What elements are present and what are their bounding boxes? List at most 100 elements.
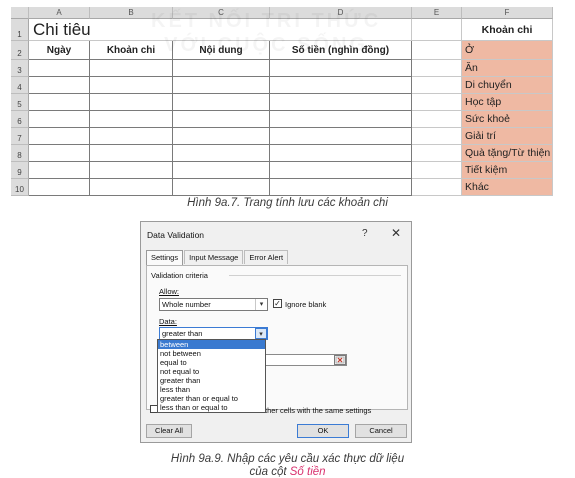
option-between[interactable]: between [158, 340, 265, 349]
option-equal-to[interactable]: equal to [158, 358, 265, 367]
category-cell[interactable]: Giải trí [462, 128, 553, 145]
cell[interactable] [412, 162, 462, 179]
cell[interactable] [173, 162, 270, 179]
option-less-than[interactable]: less than [158, 385, 265, 394]
option-greater-than[interactable]: greater than [158, 376, 265, 385]
cell[interactable] [270, 145, 412, 162]
cell[interactable] [270, 60, 412, 77]
cell[interactable] [412, 77, 462, 94]
category-cell[interactable]: Tiết kiệm [462, 162, 553, 179]
cell[interactable] [29, 111, 90, 128]
cell[interactable] [29, 94, 90, 111]
row-header-8[interactable]: 8 [11, 145, 29, 162]
cell[interactable] [90, 94, 173, 111]
header-cell-expense[interactable]: Khoản chi [90, 41, 173, 60]
cell[interactable] [173, 145, 270, 162]
option-greater-or-equal[interactable]: greater than or equal to [158, 394, 265, 403]
row-header-4[interactable]: 4 [11, 77, 29, 94]
cell[interactable] [270, 179, 412, 196]
category-cell[interactable]: Di chuyển [462, 77, 553, 94]
cell[interactable] [173, 94, 270, 111]
tab-settings[interactable]: Settings [146, 250, 184, 265]
range-selector-icon[interactable] [334, 355, 346, 365]
cell[interactable] [173, 77, 270, 94]
cell[interactable] [173, 111, 270, 128]
cell[interactable] [29, 77, 90, 94]
column-header-f[interactable]: F [462, 7, 553, 19]
caption-2-line-2: của cột Số tiền [0, 466, 575, 478]
tab-input-message[interactable]: Input Message [184, 250, 244, 264]
cell[interactable] [270, 94, 412, 111]
cell[interactable] [90, 162, 173, 179]
cell[interactable] [270, 162, 412, 179]
cell[interactable] [29, 128, 90, 145]
sheet-title-cell[interactable]: Chi tiêu [29, 19, 412, 41]
row-header-6[interactable]: 6 [11, 111, 29, 128]
category-cell[interactable]: Ở [462, 41, 553, 60]
column-header-c[interactable]: C [173, 7, 270, 19]
dialog-tabs: Settings Input Message Error Alert [146, 250, 289, 265]
cell[interactable] [270, 77, 412, 94]
cell[interactable] [412, 111, 462, 128]
category-cell[interactable]: Sức khoẻ [462, 111, 553, 128]
cell[interactable] [173, 179, 270, 196]
allow-select[interactable]: Whole number ▾ [159, 298, 268, 311]
cell[interactable] [412, 19, 462, 41]
cell[interactable] [90, 145, 173, 162]
option-not-equal-to[interactable]: not equal to [158, 367, 265, 376]
category-cell[interactable]: Quà tặng/Từ thiện [462, 145, 553, 162]
row-header-10[interactable]: 10 [11, 179, 29, 196]
close-icon[interactable]: ✕ [391, 226, 401, 240]
ignore-blank-checkbox[interactable]: ✓ [273, 299, 282, 308]
cell[interactable] [412, 145, 462, 162]
cell[interactable] [270, 128, 412, 145]
row-header-9[interactable]: 9 [11, 162, 29, 179]
category-cell[interactable]: Khác [462, 179, 553, 196]
category-cell[interactable]: Ăn [462, 60, 553, 77]
cell[interactable] [412, 128, 462, 145]
cell[interactable] [29, 162, 90, 179]
row-header-7[interactable]: 7 [11, 128, 29, 145]
header-cell-content[interactable]: Nội dung [173, 41, 270, 60]
cell[interactable] [29, 145, 90, 162]
help-icon[interactable]: ? [362, 228, 368, 239]
header-cell-amount[interactable]: Số tiền (nghìn đồng) [270, 41, 412, 60]
cell[interactable] [270, 111, 412, 128]
cell[interactable] [412, 94, 462, 111]
spreadsheet: A B C D E F 1 Chi tiêu Khoản chi 2 Ngày … [11, 7, 553, 196]
column-header-e[interactable]: E [412, 7, 462, 19]
clear-all-button[interactable]: Clear All [146, 424, 192, 438]
row-header-2[interactable]: 2 [11, 41, 29, 60]
select-all-corner[interactable] [11, 7, 29, 19]
option-less-or-equal[interactable]: less than or equal to [158, 403, 265, 412]
cell[interactable] [173, 128, 270, 145]
category-cell[interactable]: Học tập [462, 94, 553, 111]
row-header-5[interactable]: 5 [11, 94, 29, 111]
option-not-between[interactable]: not between [158, 349, 265, 358]
ok-button[interactable]: OK [297, 424, 349, 438]
cell[interactable] [412, 41, 462, 60]
column-header-a[interactable]: A [29, 7, 90, 19]
categories-header-cell[interactable]: Khoản chi [462, 19, 553, 41]
tab-error-alert[interactable]: Error Alert [244, 250, 289, 264]
chevron-down-icon[interactable]: ▾ [255, 328, 267, 339]
cell[interactable] [90, 179, 173, 196]
row-header-3[interactable]: 3 [11, 60, 29, 77]
cell[interactable] [90, 111, 173, 128]
cell[interactable] [412, 60, 462, 77]
cell[interactable] [29, 179, 90, 196]
column-header-b[interactable]: B [90, 7, 173, 19]
chevron-down-icon[interactable]: ▾ [255, 299, 267, 310]
column-header-d[interactable]: D [270, 7, 412, 19]
data-label: Data: [159, 317, 177, 326]
cell[interactable] [412, 179, 462, 196]
row-header-1[interactable]: 1 [11, 19, 29, 41]
cell[interactable] [90, 60, 173, 77]
cell[interactable] [90, 77, 173, 94]
cancel-button[interactable]: Cancel [355, 424, 407, 438]
cell[interactable] [173, 60, 270, 77]
cell[interactable] [29, 60, 90, 77]
header-cell-date[interactable]: Ngày [29, 41, 90, 60]
cell[interactable] [90, 128, 173, 145]
caption-2-prefix: của cột [249, 466, 290, 478]
